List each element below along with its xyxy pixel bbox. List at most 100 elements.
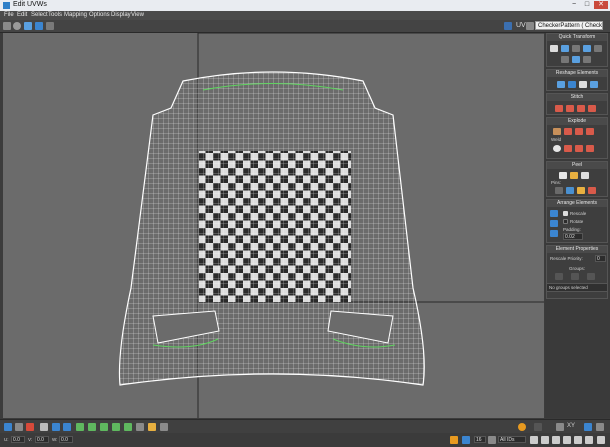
pivot-icon[interactable] <box>550 45 558 52</box>
select-element-icon[interactable] <box>40 423 48 431</box>
uv-mode-arrow-icon[interactable] <box>526 22 534 30</box>
menu-mapping[interactable]: Mapping <box>64 12 87 18</box>
uv-editor-canvas[interactable] <box>3 33 544 418</box>
zoom-extents-icon[interactable] <box>563 436 571 444</box>
options-icon[interactable] <box>596 423 604 431</box>
pin-icon[interactable] <box>555 187 563 194</box>
padding-field[interactable]: 0.02 <box>563 233 583 240</box>
pack-icon[interactable] <box>550 210 558 217</box>
detach-icon[interactable] <box>564 128 572 135</box>
soft-select-icon[interactable] <box>160 423 168 431</box>
grid-icon[interactable] <box>584 423 592 431</box>
w-field[interactable]: 0.0 <box>59 436 73 443</box>
align-icon[interactable] <box>561 45 569 52</box>
space-vertical-icon[interactable] <box>583 56 591 63</box>
select-edge-icon[interactable] <box>15 423 23 431</box>
move-icon[interactable] <box>3 22 11 30</box>
pan-icon[interactable] <box>530 436 538 444</box>
close-button[interactable]: ✕ <box>594 1 608 9</box>
scale-icon[interactable] <box>24 22 32 30</box>
peel-reset-icon[interactable] <box>581 172 589 179</box>
all-ids-dropdown[interactable]: All IDs <box>498 436 526 443</box>
u-field[interactable]: 0.0 <box>11 436 25 443</box>
straighten-icon[interactable] <box>572 45 580 52</box>
pack-normalize-icon[interactable] <box>550 220 558 227</box>
align-horizontal-icon[interactable] <box>561 56 569 63</box>
select-overlap-icon[interactable] <box>124 423 132 431</box>
shrink-selection-icon[interactable] <box>63 423 71 431</box>
menu-tools[interactable]: Tools <box>48 12 62 18</box>
rotate-90-icon[interactable] <box>572 56 580 63</box>
show-map-icon[interactable] <box>504 22 512 30</box>
relax-icon[interactable] <box>557 81 565 88</box>
stitch-header[interactable]: Stitch <box>547 94 607 101</box>
unpin-icon[interactable] <box>588 187 596 194</box>
rotate-checkbox[interactable] <box>563 219 568 224</box>
stitch-to-source-icon[interactable] <box>577 105 585 112</box>
rotate-icon[interactable] <box>13 22 21 30</box>
stitch-average-icon[interactable] <box>566 105 574 112</box>
flatten-icon[interactable] <box>575 128 583 135</box>
peel-mode-icon[interactable] <box>570 172 578 179</box>
zoom-selected-icon[interactable] <box>574 436 582 444</box>
menu-view[interactable]: View <box>131 12 144 18</box>
texture-dropdown[interactable]: CheckerPattern ( Checker ) <box>535 21 603 30</box>
zoom-region-icon[interactable] <box>552 436 560 444</box>
menu-options[interactable]: Options <box>89 12 110 18</box>
edge-loop-icon[interactable] <box>100 423 108 431</box>
group-selected-icon[interactable] <box>555 273 563 280</box>
rescale-checkbox[interactable] <box>563 211 568 216</box>
transform-icon[interactable] <box>556 423 564 431</box>
stitch-to-target-icon[interactable] <box>555 105 563 112</box>
reshape-elements-header[interactable]: Reshape Elements <box>547 70 607 77</box>
ring-icon[interactable] <box>88 423 96 431</box>
menu-edit[interactable]: Edit <box>17 12 27 18</box>
peel-header[interactable]: Peel <box>547 162 607 169</box>
maximize-viewport-icon[interactable] <box>597 436 605 444</box>
peel-quick-icon[interactable] <box>559 172 567 179</box>
element-properties-header[interactable]: Element Properties <box>547 246 607 253</box>
menu-display[interactable]: Display <box>111 12 131 18</box>
snap-icon[interactable] <box>518 423 526 431</box>
space-icon[interactable] <box>594 45 602 52</box>
maximize-button[interactable]: □ <box>581 1 593 9</box>
zoom-field[interactable]: 16 <box>474 436 486 443</box>
zoom-icon[interactable] <box>541 436 549 444</box>
pin-paint-icon[interactable] <box>577 187 585 194</box>
loop-icon[interactable] <box>76 423 84 431</box>
weld-threshold-icon[interactable] <box>575 145 583 152</box>
pin-select-icon[interactable] <box>566 187 574 194</box>
edge-ring-icon[interactable] <box>112 423 120 431</box>
ungroup-icon[interactable] <box>571 273 579 280</box>
pack-custom-icon[interactable] <box>550 230 558 237</box>
v-field[interactable]: 0.0 <box>35 436 49 443</box>
explode-header[interactable]: Explode <box>547 118 607 125</box>
lock-selection-icon[interactable] <box>534 423 542 431</box>
mirror-icon[interactable] <box>46 22 54 30</box>
select-vertex-icon[interactable] <box>4 423 12 431</box>
freeform-icon[interactable] <box>35 22 43 30</box>
grow-selection-icon[interactable] <box>52 423 60 431</box>
brush-icon[interactable] <box>148 423 156 431</box>
weld-selected-icon[interactable] <box>564 145 572 152</box>
paint-select-icon[interactable] <box>136 423 144 431</box>
lock-icon[interactable] <box>450 436 458 444</box>
quick-transform-header[interactable]: Quick Transform <box>547 34 607 41</box>
select-face-icon[interactable] <box>26 423 34 431</box>
minimize-button[interactable]: − <box>568 1 580 9</box>
zoom-spinner-icon[interactable] <box>488 436 496 444</box>
select-group-icon[interactable] <box>587 273 595 280</box>
menu-file[interactable]: File <box>4 12 14 18</box>
break-icon[interactable] <box>553 128 561 135</box>
zoom-all-icon[interactable] <box>585 436 593 444</box>
grid-align-icon[interactable] <box>579 81 587 88</box>
straighten-selection-icon[interactable] <box>568 81 576 88</box>
stitch-settings-icon[interactable] <box>588 105 596 112</box>
relax-settings-icon[interactable] <box>590 81 598 88</box>
weld-target-icon[interactable] <box>553 145 561 152</box>
flip-icon[interactable] <box>583 45 591 52</box>
uv-viewport[interactable] <box>3 33 544 418</box>
weld-settings-icon[interactable] <box>586 145 594 152</box>
explode-settings-icon[interactable] <box>586 128 594 135</box>
arrange-elements-header[interactable]: Arrange Elements <box>547 200 607 207</box>
